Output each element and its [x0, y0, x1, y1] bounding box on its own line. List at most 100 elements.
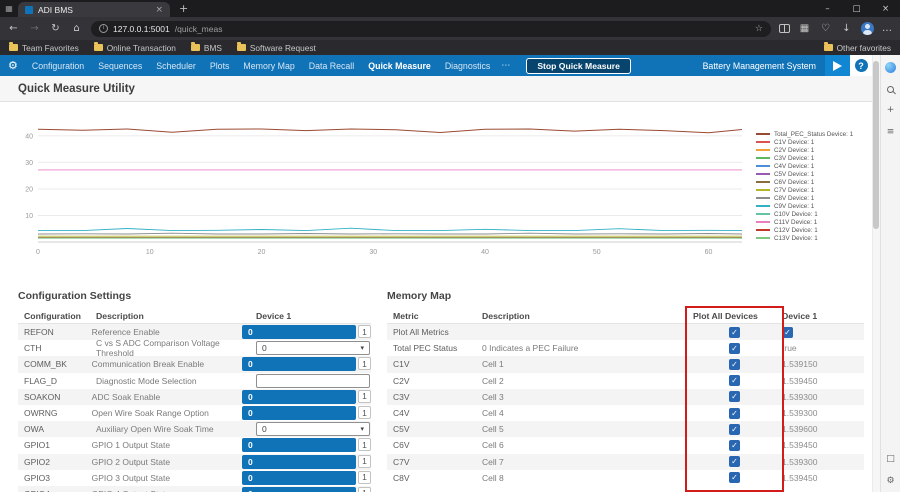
toggle-option-1[interactable]: 1: [358, 471, 371, 484]
dropdown[interactable]: 0▾: [256, 422, 370, 436]
toggle-option-1[interactable]: 1: [358, 390, 371, 403]
other-favorites[interactable]: Other favorites: [824, 43, 891, 53]
maximize-button[interactable]: □: [842, 0, 871, 17]
legend-item[interactable]: Total_PEC_Status Device: 1: [756, 130, 868, 138]
stop-quick-measure-button[interactable]: Stop Quick Measure: [526, 58, 631, 74]
folder-icon: [824, 44, 833, 51]
chart-area[interactable]: 102030400102030405060: [8, 112, 748, 276]
minimize-button[interactable]: –: [813, 0, 842, 17]
legend-item[interactable]: C6V Device: 1: [756, 178, 868, 186]
legend-item[interactable]: C3V Device: 1: [756, 154, 868, 162]
folder-icon: [9, 44, 18, 51]
legend-item[interactable]: C2V Device: 1: [756, 146, 868, 154]
url-host: 127.0.0.1:5001: [113, 24, 170, 34]
checkbox-checked[interactable]: ✓: [729, 456, 740, 467]
browser-essentials-icon[interactable]: ♡: [819, 23, 832, 34]
legend-item[interactable]: C7V Device: 1: [756, 186, 868, 194]
layers-icon[interactable]: ≡: [887, 128, 895, 137]
tools-icon[interactable]: □: [886, 455, 895, 464]
sidebar-settings-gear-icon[interactable]: ⚙: [886, 477, 894, 486]
text-input[interactable]: [256, 374, 370, 388]
toggle-option-1[interactable]: 1: [358, 325, 371, 338]
add-sidebar-item-icon[interactable]: +: [887, 106, 895, 115]
profile-avatar[interactable]: [861, 22, 874, 35]
toggle-option-0[interactable]: 0: [242, 406, 356, 420]
nav-item-data-recall[interactable]: Data Recall: [302, 61, 361, 71]
toggle-GPIO1: 01: [242, 438, 371, 452]
checkbox-checked[interactable]: ✓: [729, 327, 740, 338]
toggle-option-0[interactable]: 0: [242, 487, 356, 492]
new-tab-button[interactable]: +: [179, 2, 188, 15]
close-button[interactable]: ×: [871, 0, 900, 17]
toggle-option-0[interactable]: 0: [242, 325, 356, 339]
toggle-option-0[interactable]: 0: [242, 390, 356, 404]
checkbox-checked[interactable]: ✓: [729, 440, 740, 451]
favorite-item[interactable]: Team Favorites: [9, 43, 79, 53]
nav-item-quick-measure[interactable]: Quick Measure: [361, 61, 438, 71]
address-bar[interactable]: i 127.0.0.1:5001/quick_meas ☆: [91, 21, 771, 37]
toggle-option-1[interactable]: 1: [358, 406, 371, 419]
browser-tab[interactable]: ADI BMS ×: [18, 2, 170, 17]
favorite-item[interactable]: Online Transaction: [94, 43, 176, 53]
forward-icon[interactable]: →: [28, 23, 41, 34]
nav-item-diagnostics[interactable]: Diagnostics: [438, 61, 497, 71]
legend-label: C1V Device: 1: [774, 139, 814, 146]
site-info-icon[interactable]: i: [99, 24, 108, 33]
checkbox-checked[interactable]: ✓: [729, 391, 740, 402]
help-button[interactable]: ?: [855, 59, 868, 72]
adi-logo-triangle: [833, 61, 842, 71]
checkbox-checked[interactable]: ✓: [782, 327, 793, 338]
memory-row-c7v: C7VCell 7✓1.539300: [387, 454, 864, 470]
plot-all-devices-cell: ✓: [687, 375, 782, 386]
home-icon[interactable]: ⌂: [70, 23, 83, 34]
dropdown[interactable]: 0▾: [256, 341, 370, 355]
toggle-option-0[interactable]: 0: [242, 438, 356, 452]
page-scrollbar[interactable]: [872, 55, 880, 492]
legend-item[interactable]: C5V Device: 1: [756, 170, 868, 178]
legend-item[interactable]: C8V Device: 1: [756, 194, 868, 202]
legend-item[interactable]: C13V Device: 1: [756, 234, 868, 242]
legend-item[interactable]: C1V Device: 1: [756, 138, 868, 146]
legend-item[interactable]: C11V Device: 1: [756, 218, 868, 226]
split-screen-icon[interactable]: [779, 24, 790, 33]
search-icon[interactable]: [887, 86, 894, 93]
checkbox-checked[interactable]: ✓: [729, 472, 740, 483]
settings-gear-icon[interactable]: ⚙: [8, 59, 18, 72]
nav-item-memory-map[interactable]: Memory Map: [236, 61, 301, 71]
checkbox-checked[interactable]: ✓: [729, 359, 740, 370]
checkbox-checked[interactable]: ✓: [729, 375, 740, 386]
checkbox-checked[interactable]: ✓: [729, 343, 740, 354]
nav-overflow-icon[interactable]: ⋯: [497, 61, 514, 71]
back-icon[interactable]: ←: [7, 23, 20, 34]
toggle-option-1[interactable]: 1: [358, 487, 371, 492]
toggle-option-0[interactable]: 0: [242, 471, 356, 485]
downloads-icon[interactable]: ↓: [840, 23, 853, 34]
nav-item-configuration[interactable]: Configuration: [25, 61, 91, 71]
legend-item[interactable]: C4V Device: 1: [756, 162, 868, 170]
toggle-option-0[interactable]: 0: [242, 357, 356, 371]
favorite-item[interactable]: BMS: [191, 43, 222, 53]
checkbox-checked[interactable]: ✓: [729, 424, 740, 435]
toggle-option-1[interactable]: 1: [358, 455, 371, 468]
favorite-star-icon[interactable]: ☆: [755, 24, 763, 34]
collections-icon[interactable]: ▦: [798, 23, 811, 34]
legend-label: C9V Device: 1: [774, 203, 814, 210]
nav-item-scheduler[interactable]: Scheduler: [149, 61, 203, 71]
metric-name: C4V: [387, 408, 482, 418]
refresh-icon[interactable]: ↻: [49, 23, 62, 34]
toggle-option-0[interactable]: 0: [242, 455, 356, 469]
toggle-option-1[interactable]: 1: [358, 357, 371, 370]
legend-item[interactable]: C10V Device: 1: [756, 210, 868, 218]
favorite-item[interactable]: Software Request: [237, 43, 316, 53]
nav-item-plots[interactable]: Plots: [203, 61, 237, 71]
legend-item[interactable]: C9V Device: 1: [756, 202, 868, 210]
nav-item-sequences[interactable]: Sequences: [91, 61, 149, 71]
checkbox-checked[interactable]: ✓: [729, 408, 740, 419]
tab-close-icon[interactable]: ×: [155, 5, 163, 15]
tab-actions-icon[interactable]: ▦: [0, 4, 18, 13]
scrollbar-thumb[interactable]: [873, 61, 879, 229]
settings-menu-icon[interactable]: …: [882, 23, 893, 34]
copilot-icon[interactable]: [885, 62, 896, 73]
toggle-option-1[interactable]: 1: [358, 438, 371, 451]
legend-item[interactable]: C12V Device: 1: [756, 226, 868, 234]
